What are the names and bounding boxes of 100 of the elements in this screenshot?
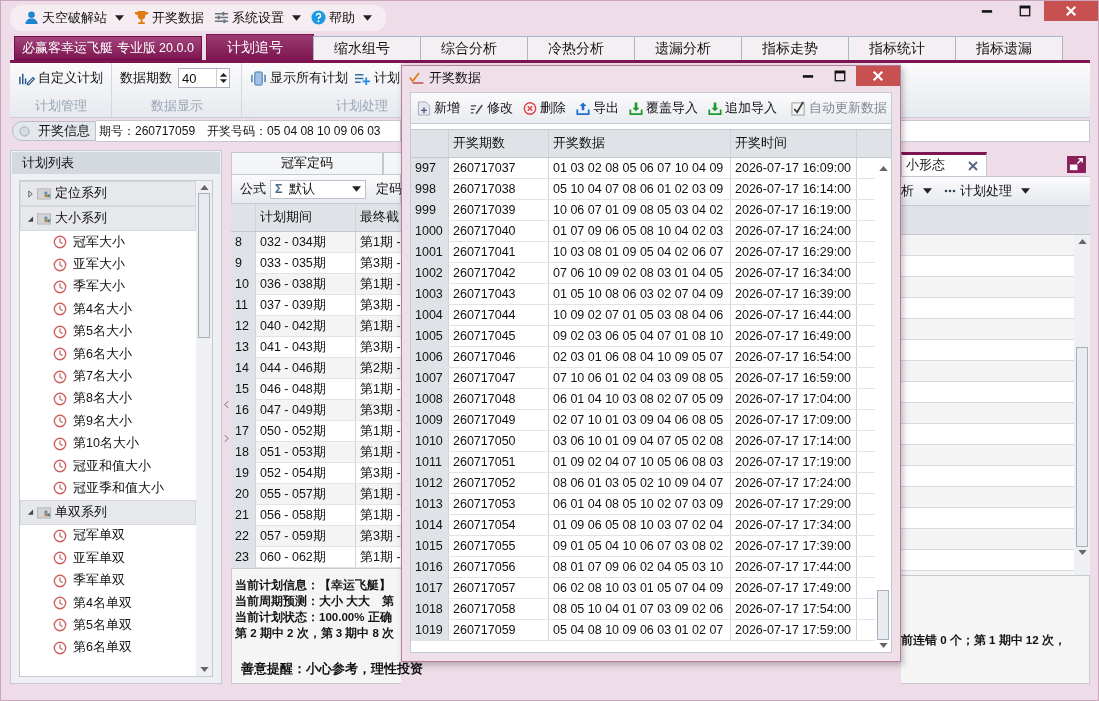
table-cell: 260717058: [449, 599, 549, 619]
row-number: 1012: [411, 473, 449, 493]
table-cell-text: 第1期 -: [359, 380, 401, 398]
column-header[interactable]: 开奖时间: [731, 130, 857, 157]
column-header[interactable]: 计划期间: [256, 204, 356, 231]
toolbar-button[interactable]: 覆盖导入: [629, 99, 698, 117]
table-cell: 10 03 08 01 09 05 04 02 06 07: [549, 242, 731, 262]
close-button[interactable]: [856, 66, 900, 86]
tab[interactable]: 遗漏分析: [634, 36, 742, 60]
table-cell: 08 06 01 03 05 02 10 09 04 07: [549, 473, 731, 493]
table-cell: 260717041: [449, 242, 549, 262]
table-cell: 2026-07-17 16:19:00: [731, 200, 857, 220]
tree-item[interactable]: 冠亚季和值大小: [20, 477, 196, 500]
vibrate-icon: [250, 70, 267, 86]
caret-icon: [352, 186, 361, 192]
toolbar-button[interactable]: 析: [901, 182, 932, 200]
lottery-info-button[interactable]: 开奖信息: [12, 121, 96, 141]
toolbar-button[interactable]: 追加导入: [708, 99, 777, 117]
tree-item[interactable]: 第5名单双: [20, 614, 196, 637]
folder-icon: [37, 505, 52, 519]
tree-item[interactable]: 季军单双: [20, 569, 196, 592]
tree-item[interactable]: 第6名大小: [20, 342, 196, 366]
formula-dropdown[interactable]: Σ 默认: [270, 179, 366, 199]
show-all-button[interactable]: 显示所有计划: [250, 69, 348, 87]
toolbar-button[interactable]: 导出: [576, 99, 619, 117]
tree-item[interactable]: 第5名大小: [20, 320, 196, 343]
scroll-thumb[interactable]: [877, 590, 889, 640]
tree-item[interactable]: 第8名大小: [20, 387, 196, 411]
tree-item[interactable]: 第9名大小: [20, 410, 196, 433]
expander-icon[interactable]: [27, 508, 34, 517]
custom-plan-button[interactable]: 自定义计划: [18, 69, 103, 87]
column-header[interactable]: 开奖数据: [549, 130, 731, 157]
scroll-down-icon[interactable]: [878, 643, 888, 648]
plan-tab[interactable]: 冠军定码: [231, 152, 383, 174]
field-label: 数据期数: [120, 69, 172, 87]
toolbar-button[interactable]: 新增: [417, 99, 460, 117]
row-number: 1002: [411, 263, 449, 283]
tab[interactable]: 指标统计: [848, 36, 956, 60]
scroll-up-icon[interactable]: [1077, 239, 1087, 244]
table-cell: 047 - 049期: [256, 400, 356, 420]
close-icon[interactable]: [968, 160, 978, 171]
tree-item[interactable]: 冠亚和值大小: [20, 454, 196, 478]
scroll-up-icon[interactable]: [878, 166, 888, 171]
table-cell: 01 09 02 04 07 10 05 06 08 03: [549, 452, 731, 472]
menu-item[interactable]: 系统设置: [214, 8, 301, 27]
scrollbar[interactable]: [196, 181, 212, 676]
row-number: 21: [231, 505, 256, 525]
table-cell: 06 01 04 08 05 10 02 07 03 09: [549, 494, 731, 514]
tab[interactable]: 计划追号: [206, 34, 314, 60]
tree-item[interactable]: 亚军单双: [20, 547, 196, 570]
toolbar-button[interactable]: 删除: [523, 99, 566, 117]
tree-item[interactable]: 第4名大小: [20, 298, 196, 321]
table-cell: 09 01 05 04 10 06 07 03 08 02: [549, 536, 731, 556]
tree-item[interactable]: 第6名单双: [20, 636, 196, 660]
scroll-up-icon[interactable]: [199, 185, 209, 190]
close-button[interactable]: [1044, 1, 1098, 21]
tree-item[interactable]: 亚军大小: [20, 253, 196, 276]
expander-icon[interactable]: [27, 189, 34, 198]
tab[interactable]: 冷热分析: [527, 36, 635, 60]
clock-icon: [53, 279, 67, 294]
tree-item[interactable]: 冠军单双: [20, 524, 196, 548]
group-label: 计划处理: [335, 98, 388, 115]
scroll-thumb[interactable]: [198, 193, 210, 338]
menu-item[interactable]: 开奖数据: [134, 8, 204, 27]
tree-group[interactable]: 单双系列: [20, 499, 196, 525]
row-number: 19: [231, 463, 256, 483]
plan-button[interactable]: 计划: [354, 69, 400, 87]
period-spinner[interactable]: 40: [178, 68, 230, 88]
formula-label: 公式: [240, 180, 266, 198]
issue-text: 期号：260717059: [99, 122, 196, 140]
menu-item[interactable]: 帮助: [311, 8, 372, 27]
plan-tab[interactable]: 小形态: [901, 152, 987, 176]
column-header[interactable]: 开奖期数: [449, 130, 549, 157]
tab[interactable]: 缩水组号: [313, 36, 421, 60]
folder-icon: [37, 187, 52, 200]
clock-icon: [53, 257, 67, 272]
more-icon: [944, 189, 956, 193]
menu-item[interactable]: 天空破解站: [24, 8, 124, 27]
tree-item[interactable]: 季军大小: [20, 275, 196, 299]
row-number: 1003: [411, 284, 449, 304]
tree-item[interactable]: 冠军大小: [20, 231, 196, 254]
scroll-down-icon[interactable]: [199, 667, 209, 672]
tab[interactable]: 指标遗漏: [955, 36, 1063, 60]
column-header[interactable]: 最终截: [356, 204, 401, 231]
tree-item[interactable]: 第7名大小: [20, 365, 196, 388]
table-cell: 01 05 10 08 06 03 02 07 04 09: [549, 284, 731, 304]
tree-group[interactable]: 定位系列: [20, 181, 196, 206]
spin-arrows-icon: [218, 71, 228, 85]
tab[interactable]: 综合分析: [420, 36, 528, 60]
tree-item[interactable]: 第10名大小: [20, 432, 196, 455]
maximize-panel-icon[interactable]: [1067, 156, 1086, 173]
scrollbar[interactable]: [1074, 235, 1090, 575]
toolbar-button[interactable]: 计划处理: [944, 182, 1030, 200]
tree-group[interactable]: 大小系列: [20, 206, 196, 231]
scroll-down-icon[interactable]: [1077, 550, 1087, 555]
expander-icon[interactable]: [27, 214, 34, 223]
tree-item[interactable]: 第4名单双: [20, 591, 196, 615]
toolbar-button[interactable]: 修改: [470, 99, 513, 117]
scroll-thumb[interactable]: [1076, 347, 1088, 547]
tab[interactable]: 指标走势: [741, 36, 849, 60]
